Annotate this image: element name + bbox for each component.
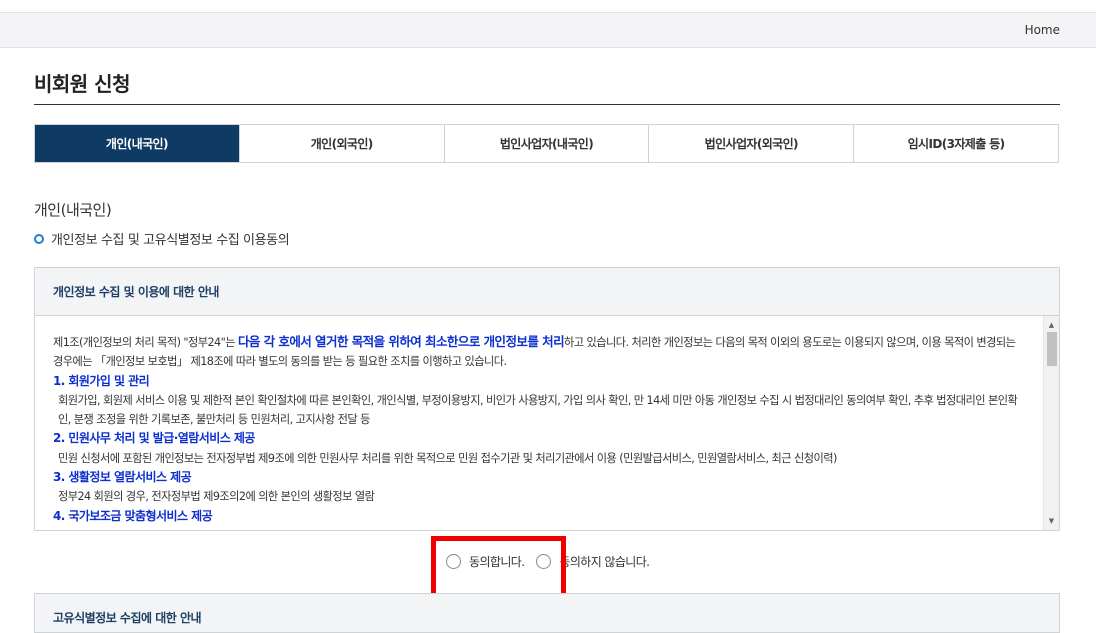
privacy-info-panel: 개인정보 수집 및 이용에 대한 안내 제1조(개인정보의 처리 목적) "정부… bbox=[34, 267, 1060, 531]
unique-id-panel-heading: 고유식별정보 수집에 대한 안내 bbox=[53, 611, 202, 625]
top-utility-bar: Home bbox=[0, 12, 1096, 48]
home-link[interactable]: Home bbox=[1025, 23, 1060, 37]
intro-highlight: 다음 각 호에서 열거한 목적을 위하여 최소한으로 개인정보를 처리 bbox=[237, 334, 565, 349]
tab-domestic-individual[interactable]: 개인(내국인) bbox=[35, 125, 239, 162]
unique-id-info-panel: 고유식별정보 수집에 대한 안내 bbox=[34, 593, 1060, 633]
privacy-panel-heading: 개인정보 수집 및 이용에 대한 안내 bbox=[35, 268, 1059, 316]
tab-temporary-id[interactable]: 임시ID(3자제출 등) bbox=[853, 125, 1058, 162]
title-divider bbox=[34, 104, 1060, 105]
tab-foreign-corporation[interactable]: 법인사업자(외국인) bbox=[648, 125, 854, 162]
scroll-up-arrow-icon[interactable]: ▲ bbox=[1044, 318, 1059, 332]
consent-heading: 개인정보 수집 및 고유식별정보 수집 이용동의 bbox=[34, 229, 290, 248]
scroll-thumb[interactable] bbox=[1047, 332, 1057, 366]
purpose-text-1: 회원가입, 회원제 서비스 이용 및 제한적 본인 확인절차에 따른 본인확인,… bbox=[58, 393, 1018, 427]
privacy-panel-body[interactable]: 제1조(개인정보의 처리 목적) "정부24"는 다음 각 호에서 열거한 목적… bbox=[35, 316, 1043, 530]
tab-foreign-individual[interactable]: 개인(외국인) bbox=[238, 125, 444, 162]
consent-heading-text: 개인정보 수집 및 고유식별정보 수집 이용동의 bbox=[51, 233, 290, 248]
purpose-text-3: 정부24 회원의 경우, 전자정부법 제9조의2에 의한 본인의 생활정보 열람 bbox=[58, 490, 375, 504]
purpose-title-4: 4. 국가보조금 맞춤형서비스 제공 bbox=[53, 508, 213, 523]
scroll-down-arrow-icon[interactable]: ▼ bbox=[1044, 514, 1059, 528]
purpose-title-3: 3. 생활정보 열람서비스 제공 bbox=[53, 470, 192, 485]
intro-prefix: 제1조(개인정보의 처리 목적) "정부24"는 bbox=[53, 336, 238, 349]
page-title: 비회원 신청 bbox=[34, 72, 130, 96]
applicant-type-tabs: 개인(내국인) 개인(외국인) 법인사업자(내국인) 법인사업자(외국인) 임시… bbox=[34, 124, 1059, 163]
tab-domestic-corporation[interactable]: 법인사업자(내국인) bbox=[443, 125, 649, 162]
disagree-label: 동의하지 않습니다. bbox=[559, 554, 650, 569]
privacy-panel-scrollbar[interactable]: ▲ ▼ bbox=[1043, 316, 1059, 530]
purpose-text-2: 민원 신청서에 포함된 개인정보는 전자정부법 제9조에 의한 민원사무 처리를… bbox=[58, 451, 837, 465]
purpose-title-2: 2. 민원사무 처리 및 발급·열람서비스 제공 bbox=[53, 431, 255, 446]
purpose-title-1: 1. 회원가입 및 관리 bbox=[53, 373, 150, 388]
section-title: 개인(내국인) bbox=[34, 201, 112, 219]
privacy-intro: 제1조(개인정보의 처리 목적) "정부24"는 다음 각 호에서 열거한 목적… bbox=[53, 332, 1025, 372]
bullet-icon bbox=[34, 233, 44, 244]
